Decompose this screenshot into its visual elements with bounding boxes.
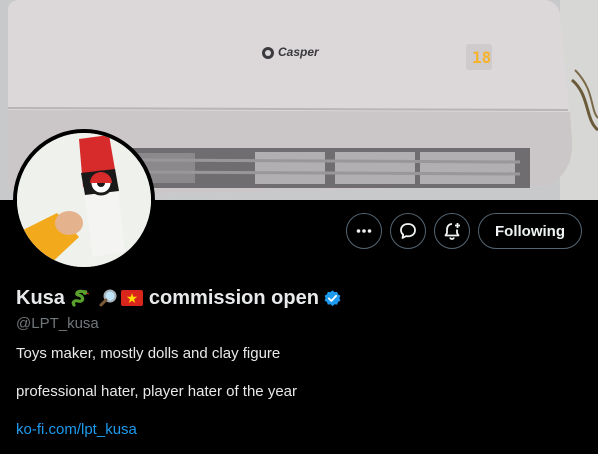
notify-button[interactable] — [434, 213, 471, 249]
message-icon — [400, 223, 416, 239]
banner-brand-text: Casper — [278, 45, 319, 59]
notify-bell-icon — [444, 223, 461, 240]
display-name-tail: commission open — [148, 286, 319, 309]
profile-info: Kusa commission open @LPT_kusa Toys make… — [16, 285, 582, 438]
profile-page: Casper 18 Following Kusa commission open… — [0, 0, 598, 454]
magnifier-emoji-icon — [98, 288, 118, 308]
banner-display-text: 18 — [472, 48, 492, 67]
more-button[interactable] — [346, 213, 383, 249]
display-name-row: Kusa commission open — [16, 285, 582, 311]
avatar[interactable] — [13, 129, 155, 271]
vietnam-flag-icon — [120, 290, 143, 306]
user-handle: @LPT_kusa — [16, 315, 99, 332]
avatar-photo — [17, 133, 151, 267]
bio-line-2: professional hater, player hater of the … — [16, 383, 298, 400]
bio-line-1: Toys maker, mostly dolls and clay figure — [16, 345, 281, 362]
snake-emoji-icon — [70, 288, 90, 308]
display-name: Kusa — [16, 286, 65, 309]
verified-badge-icon — [323, 289, 342, 308]
profile-link[interactable]: ko-fi.com/lpt_kusa — [16, 421, 582, 438]
profile-actions: Following — [346, 213, 582, 249]
message-button[interactable] — [390, 213, 427, 249]
more-icon — [356, 229, 372, 233]
following-button[interactable]: Following — [478, 213, 582, 249]
